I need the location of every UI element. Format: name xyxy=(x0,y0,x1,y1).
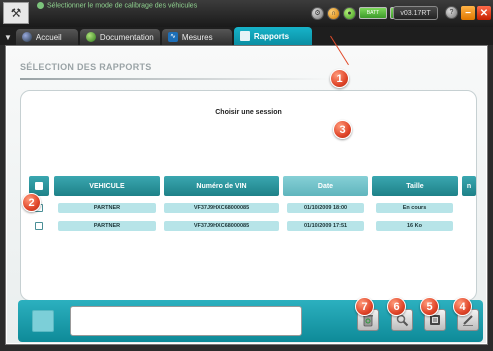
callout-2: 2 xyxy=(22,193,41,212)
tab-bar: ▼ Accueil Documentation ∿ Mesures Rappor… xyxy=(0,27,493,45)
cell-size[interactable]: 16 Ko xyxy=(376,221,453,231)
waveform-icon: ∿ xyxy=(167,32,178,42)
tab-rapports[interactable]: Rapports xyxy=(233,27,312,45)
main-panel-body: SÉLECTION DES RAPPORTS Choisir une sessi… xyxy=(7,47,486,343)
connection-icon[interactable]: ● xyxy=(343,6,356,20)
tab-mesures[interactable]: ∿ Mesures xyxy=(161,29,232,45)
row-checkbox[interactable] xyxy=(35,222,43,230)
help-icon[interactable]: ? xyxy=(445,6,458,19)
column-header-vin[interactable]: Numéro de VIN xyxy=(164,176,279,196)
column-header-date[interactable]: Date xyxy=(283,176,368,196)
tab-label: Accueil xyxy=(35,32,62,42)
close-button[interactable]: ✕ xyxy=(477,6,491,20)
callout-1: 1 xyxy=(330,69,349,88)
home-icon xyxy=(21,32,32,42)
status-indicator xyxy=(32,310,54,332)
tab-accueil[interactable]: Accueil xyxy=(15,29,78,45)
message-field xyxy=(70,306,302,336)
page-title: SÉLECTION DES RAPPORTS xyxy=(20,62,152,72)
app-logo-icon[interactable]: ⚒ xyxy=(3,2,29,24)
cell-date[interactable]: 01/10/2009 17:51 xyxy=(287,221,364,231)
callout-5: 5 xyxy=(420,297,439,316)
callout-4: 4 xyxy=(453,297,472,316)
tab-documentation[interactable]: Documentation xyxy=(79,29,160,45)
callout-7: 7 xyxy=(355,297,374,316)
session-title: Choisir une session xyxy=(215,109,282,116)
minimize-button[interactable]: − xyxy=(461,6,475,20)
lock-icon[interactable]: ∩ xyxy=(327,6,340,20)
session-panel: Choisir une session VEHICULE Numéro de V… xyxy=(20,90,477,301)
column-header-size[interactable]: Taille xyxy=(372,176,458,196)
settings-icon[interactable]: ⚙ xyxy=(311,6,324,20)
title-bar: ⚒ Sélectionner le mode de calibrage des … xyxy=(0,0,493,27)
status-dot-icon xyxy=(37,2,44,9)
column-header-vehicle[interactable]: VEHICULE xyxy=(54,176,160,196)
cell-size[interactable]: En cours xyxy=(376,203,453,213)
book-icon xyxy=(85,32,96,42)
tab-label: Rapports xyxy=(253,31,290,41)
cell-date[interactable]: 01/10/2009 18:00 xyxy=(287,203,364,213)
cell-vin[interactable]: VF37J9HXC68000085 xyxy=(164,203,279,213)
title-underline xyxy=(20,78,330,80)
select-all-checkbox[interactable] xyxy=(35,182,43,190)
bottom-toolbar xyxy=(18,300,483,342)
tab-label: Mesures xyxy=(181,32,213,42)
tab-label: Documentation xyxy=(99,32,154,42)
callout-3: 3 xyxy=(333,120,352,139)
chevron-down-icon[interactable]: ▼ xyxy=(0,29,16,45)
callout-6: 6 xyxy=(387,297,406,316)
window-title: Sélectionner le mode de calibrage des vé… xyxy=(37,2,197,9)
cell-vin[interactable]: VF37J9HXC68000085 xyxy=(164,221,279,231)
cell-vehicle[interactable]: PARTNER xyxy=(58,221,156,231)
column-header-extra[interactable]: n xyxy=(462,176,476,196)
version-label: v03.17RT xyxy=(393,6,438,20)
report-icon xyxy=(239,31,250,41)
cell-vehicle[interactable]: PARTNER xyxy=(58,203,156,213)
battery-icon: BATT xyxy=(359,7,387,19)
